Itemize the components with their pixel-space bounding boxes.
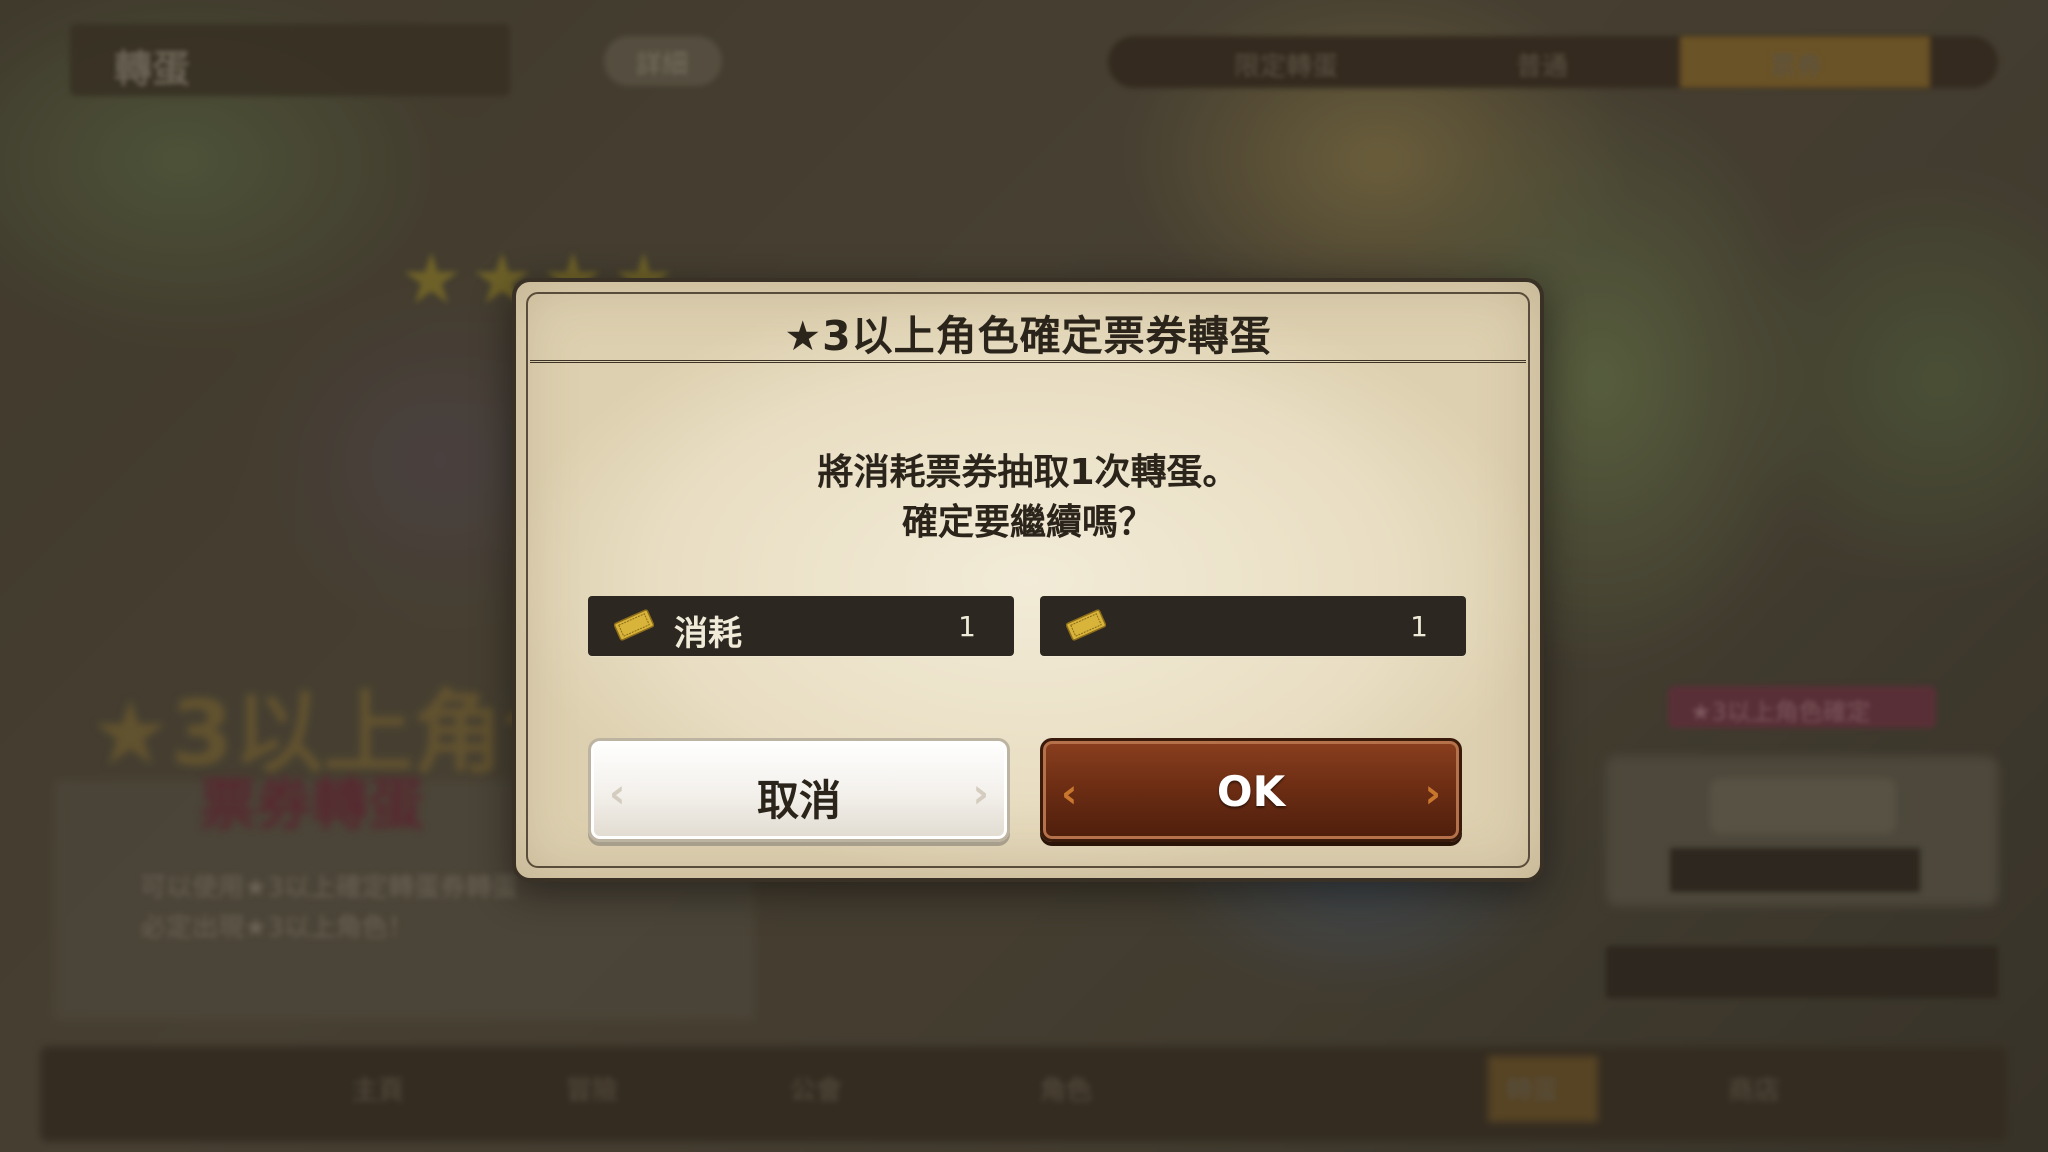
ticket-owned-bar: 1 <box>1040 596 1466 656</box>
ticket-cost-value: 1 <box>958 610 976 643</box>
dialog-message-line: 將消耗票券抽取1次轉蛋。 <box>817 452 1239 493</box>
ok-button[interactable]: ‹ OK › <box>1040 738 1462 842</box>
ticket-owned-value: 1 <box>1410 610 1428 643</box>
ok-button-label: OK <box>1216 767 1286 816</box>
cancel-button-label: 取消 <box>756 776 841 825</box>
chevron-right-icon: › <box>1424 771 1441 817</box>
chevron-right-icon: › <box>972 771 989 817</box>
dialog-message: 將消耗票券抽取1次轉蛋。 確定要繼續嗎？ <box>516 448 1540 548</box>
confirm-dialog: ★3以上角色確定票券轉蛋 將消耗票券抽取1次轉蛋。 確定要繼續嗎？ 消耗 1 1… <box>512 278 1544 882</box>
dialog-title: ★3以上角色確定票券轉蛋 <box>784 312 1272 360</box>
ticket-cost-label: 消耗 <box>674 614 742 654</box>
ticket-icon <box>1066 609 1106 641</box>
cancel-button[interactable]: ‹ 取消 › <box>588 738 1010 842</box>
ticket-cost-bar: 消耗 1 <box>588 596 1014 656</box>
ticket-icon <box>614 609 654 641</box>
dialog-message-line: 確定要繼續嗎？ <box>901 502 1154 543</box>
